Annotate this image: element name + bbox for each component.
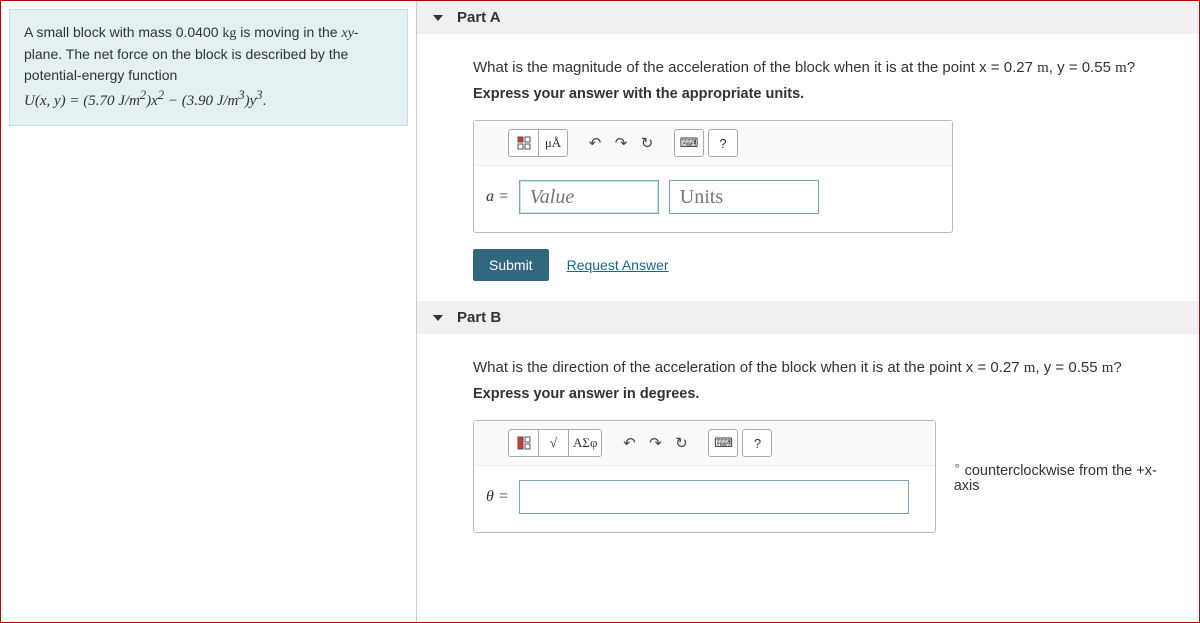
unit-kg: kg bbox=[222, 26, 236, 41]
part-b-prompt: What is the direction of the acceleratio… bbox=[473, 356, 1179, 380]
request-answer-link[interactable]: Request Answer bbox=[567, 257, 669, 273]
part-b-suffix: ∘counterclockwise from the +x-axis bbox=[948, 459, 1179, 495]
part-b-answer-box: √ ΑΣφ ↶ ↷ ↻ ⌨ ? θ = bbox=[473, 420, 936, 533]
reset-icon[interactable]: ↻ bbox=[636, 132, 658, 154]
keyboard-icon[interactable]: ⌨ bbox=[674, 129, 704, 157]
part-a-answer-box: μÅ ↶ ↷ ↻ ⌨ ? a = bbox=[473, 120, 953, 233]
part-b-header[interactable]: Part B bbox=[417, 301, 1199, 334]
help-button[interactable]: ? bbox=[708, 129, 738, 157]
chevron-down-icon bbox=[433, 15, 443, 21]
part-a-prompt: What is the magnitude of the acceleratio… bbox=[473, 56, 1179, 80]
reset-icon[interactable]: ↻ bbox=[670, 432, 692, 454]
problem-text: is moving in the bbox=[236, 24, 341, 40]
submit-button[interactable]: Submit bbox=[473, 249, 549, 281]
part-a-title: Part A bbox=[457, 9, 501, 26]
templates-icon[interactable] bbox=[508, 429, 538, 457]
templates-icon[interactable] bbox=[508, 129, 538, 157]
units-button[interactable]: μÅ bbox=[538, 129, 568, 157]
part-a-body: What is the magnitude of the acceleratio… bbox=[417, 34, 1199, 301]
undo-icon[interactable]: ↶ bbox=[584, 132, 606, 154]
theta-input[interactable] bbox=[519, 480, 909, 514]
part-b-lhs: θ = bbox=[486, 488, 509, 506]
degree-symbol: ∘ bbox=[954, 460, 961, 472]
redo-icon[interactable]: ↷ bbox=[644, 432, 666, 454]
potential-eq: U(x, y) = (5.70 J/m2)x2 − (3.90 J/m3)y3. bbox=[24, 93, 266, 109]
part-b-title: Part B bbox=[457, 309, 501, 326]
parts-panel: Part A What is the magnitude of the acce… bbox=[417, 1, 1199, 622]
symbols-button[interactable]: ΑΣφ bbox=[568, 429, 602, 457]
part-a-lhs: a = bbox=[486, 188, 509, 206]
xy-var: xy bbox=[341, 26, 353, 41]
part-a-instruct: Express your answer with the appropriate… bbox=[473, 86, 1179, 102]
root-button[interactable]: √ bbox=[538, 429, 568, 457]
chevron-down-icon bbox=[433, 315, 443, 321]
keyboard-icon[interactable]: ⌨ bbox=[708, 429, 738, 457]
part-a-toolbar: μÅ ↶ ↷ ↻ ⌨ ? bbox=[474, 121, 952, 166]
help-button[interactable]: ? bbox=[742, 429, 772, 457]
units-input[interactable] bbox=[669, 180, 819, 214]
undo-icon[interactable]: ↶ bbox=[618, 432, 640, 454]
part-b-instruct: Express your answer in degrees. bbox=[473, 386, 1179, 402]
part-b-body: What is the direction of the acceleratio… bbox=[417, 334, 1199, 533]
redo-icon[interactable]: ↷ bbox=[610, 132, 632, 154]
problem-panel: A small block with mass 0.0400 kg is mov… bbox=[1, 1, 417, 622]
part-a-header[interactable]: Part A bbox=[417, 1, 1199, 34]
problem-text: A small block with mass 0.0400 bbox=[24, 24, 222, 40]
problem-statement: A small block with mass 0.0400 kg is mov… bbox=[9, 9, 408, 126]
value-input[interactable] bbox=[519, 180, 659, 214]
part-b-toolbar: √ ΑΣφ ↶ ↷ ↻ ⌨ ? bbox=[474, 421, 935, 466]
